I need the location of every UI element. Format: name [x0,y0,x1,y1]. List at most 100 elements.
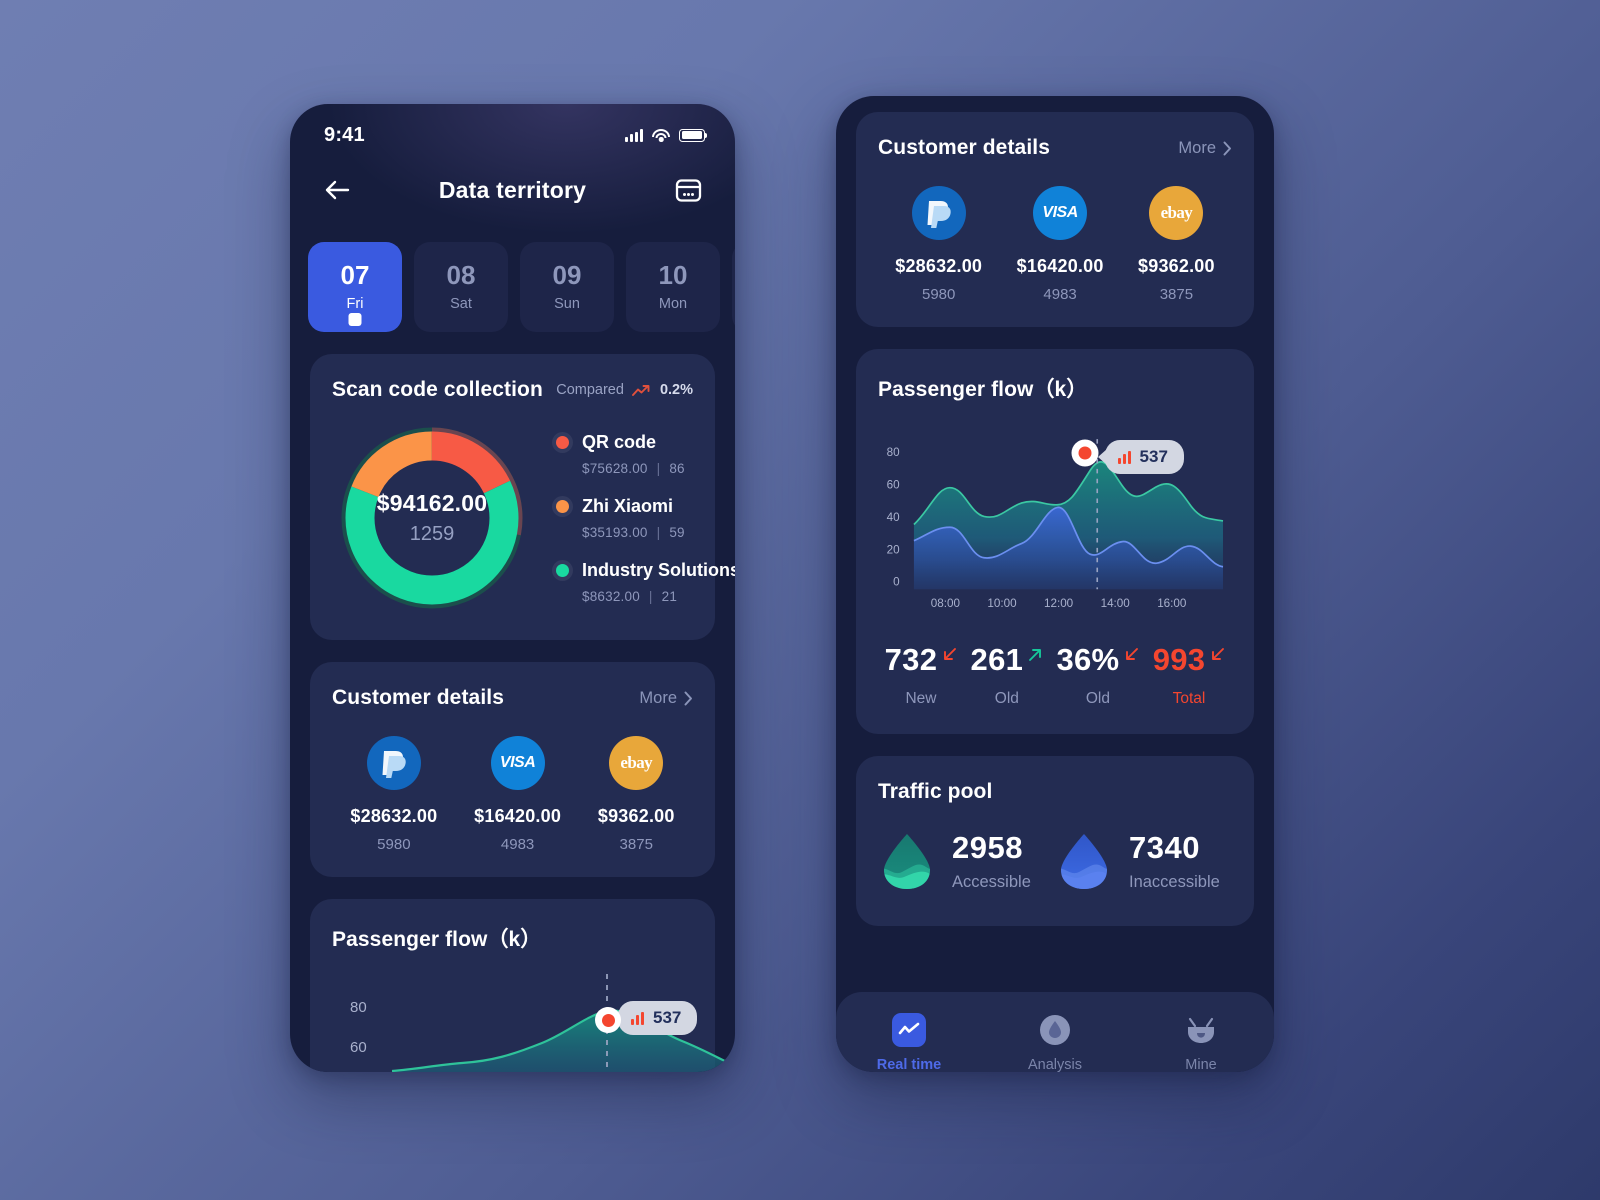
legend-item: QR code $75628.00 | 86 [556,432,735,476]
brand-ebay[interactable]: ebay $9362.00 3875 [1138,186,1215,303]
nav-label: Mine [1185,1057,1217,1072]
flow-card-title: Passenger flow（k） [878,378,1088,401]
donut-legend: QR code $75628.00 | 86 Zhi Xiaomi $35193.0… [530,432,735,604]
brand-amount: $16420.00 [474,806,562,826]
water-drop-icon [884,834,930,890]
date-cell-3[interactable]: 10 Mon [626,242,720,332]
scan-card-title: Scan code collection [332,378,543,401]
date-day: 08 [446,259,476,290]
flow-tooltip: 537 [618,1001,698,1035]
brand-count: 4983 [1043,286,1077,303]
water-drop-icon [1061,834,1107,890]
date-cell-0[interactable]: 07 Fri [308,242,402,332]
customer-card-title: Customer details [878,136,1050,159]
y-tick-60: 60 [887,479,900,492]
date-cell-2[interactable]: 09 Sun [520,242,614,332]
legend-values: $8632.00 | 21 [582,589,678,604]
date-dow: Sun [554,296,580,313]
x-tick-0800: 08:00 [931,597,961,610]
page-title: Data territory [438,176,587,203]
pool-text: 2958 Accessible [952,830,1031,892]
brand-visa[interactable]: VISA $16420.00 4983 [1017,186,1104,303]
visa-icon: VISA [490,736,545,790]
pool-row: 2958 Accessible 7340 Inaccessible [878,830,1232,892]
date-cell-4[interactable]: 11 Tues [732,242,735,332]
legend-label: Zhi Xiaomi [582,496,674,516]
battery-icon [679,128,708,142]
brand-ebay[interactable]: ebay $9362.00 3875 [598,736,675,853]
visa-wordmark: VISA [1042,204,1078,221]
donut-section: $94162.00 1259 QR code $75628.00 | 86 Zh… [332,420,735,616]
more-label: More [1178,138,1216,157]
flow-stats-row: 732 New 261 Old 36% Old 993 Total [878,642,1232,708]
more-label: More [639,688,677,707]
card-header: Customer details More [332,686,693,710]
pool-label: Accessible [952,873,1031,892]
y-tick-80: 80 [887,446,900,459]
date-dow: Mon [658,296,688,313]
legend-values: $35193.00 | 59 [582,525,685,540]
x-tick-1600: 16:00 [1157,597,1187,610]
brand-amount: $9362.00 [1138,256,1215,276]
ebay-icon: ebay [1149,186,1204,240]
chevron-right-icon [684,691,692,705]
passenger-flow-card: Passenger flow（k） 80 60 537 [310,899,735,1072]
customer-card-title: Customer details [332,686,504,709]
date-cell-1[interactable]: 08 Sat [414,242,508,332]
stat-value: 732 [884,642,938,678]
ebay-wordmark: ebay [620,753,653,772]
visa-icon: VISA [1033,186,1088,240]
back-arrow-icon[interactable] [320,173,354,207]
brand-paypal[interactable]: $28632.00 5980 [895,186,982,303]
flow-y-label-80: 80 [350,999,367,1016]
legend-dot-icon [556,500,569,513]
legend-dot-icon [556,564,569,577]
flow-marker-dot[interactable] [1071,439,1099,467]
stat-total: 993 Total [1153,642,1226,708]
donut-chart: $94162.00 1259 [334,420,530,616]
card-header: Scan code collection Compared 0.2% [332,378,693,402]
more-button[interactable]: More [639,689,693,708]
brand-count: 4983 [500,836,535,853]
brand-row: $28632.00 5980 VISA $16420.00 4983 ebay … [332,736,693,853]
down-left-arrow-icon [1126,648,1139,661]
more-button[interactable]: More [1178,139,1232,158]
compared-indicator: Compared 0.2% [556,382,693,398]
y-tick-20: 20 [887,543,900,556]
pool-text: 7340 Inaccessible [1129,830,1220,892]
bar-chart-icon [1117,450,1131,464]
ebay-wordmark: ebay [1160,203,1193,222]
donut-total-count: 1259 [409,523,455,545]
paypal-icon [366,736,421,790]
flow-y-label-60: 60 [350,1039,367,1056]
up-right-arrow-icon [1029,649,1042,662]
stat-label: Total [1172,690,1206,708]
legend-item: Industry Solutions $8632.00 | 21 [556,560,735,604]
brand-amount: $16420.00 [1016,256,1104,276]
phone-right: Customer details More $28632.00 5980 VIS… [836,96,1274,1072]
nav-item-analysis[interactable]: Analysis [1005,1013,1105,1072]
compared-percent: 0.2% [659,382,693,398]
brand-visa[interactable]: VISA $16420.00 4983 [474,736,561,853]
donut-total-amount: $94162.00 [376,490,488,516]
legend-amount: $35193.00 [582,525,648,540]
paypal-icon [911,186,966,240]
phone-left: 9:41 Data territory 07 Fri 08 Sat 09 Sun… [290,104,735,1072]
nav-item-mine[interactable]: Mine [1151,1013,1251,1072]
pool-item-accessible: 2958 Accessible [878,830,1055,892]
customer-details-card: Customer details More $28632.00 5980 VIS… [856,112,1254,327]
trend-up-icon [631,384,650,396]
pool-card-title: Traffic pool [878,780,993,804]
nav-item-real-time[interactable]: Real time [859,1013,959,1072]
legend-count: 59 [669,525,685,540]
flow-marker-dot [595,1007,621,1033]
card-menu-icon[interactable] [671,173,705,207]
y-tick-40: 40 [887,511,900,524]
legend-amount: $8632.00 [582,589,640,604]
brand-paypal[interactable]: $28632.00 5980 [350,736,437,853]
y-tick-0: 0 [893,576,900,589]
stat-label: New [905,690,937,708]
stat-new: 732 New [885,642,958,708]
date-selector[interactable]: 07 Fri 08 Sat 09 Sun 10 Mon 11 Tues [290,214,735,332]
status-time: 9:41 [324,123,365,146]
